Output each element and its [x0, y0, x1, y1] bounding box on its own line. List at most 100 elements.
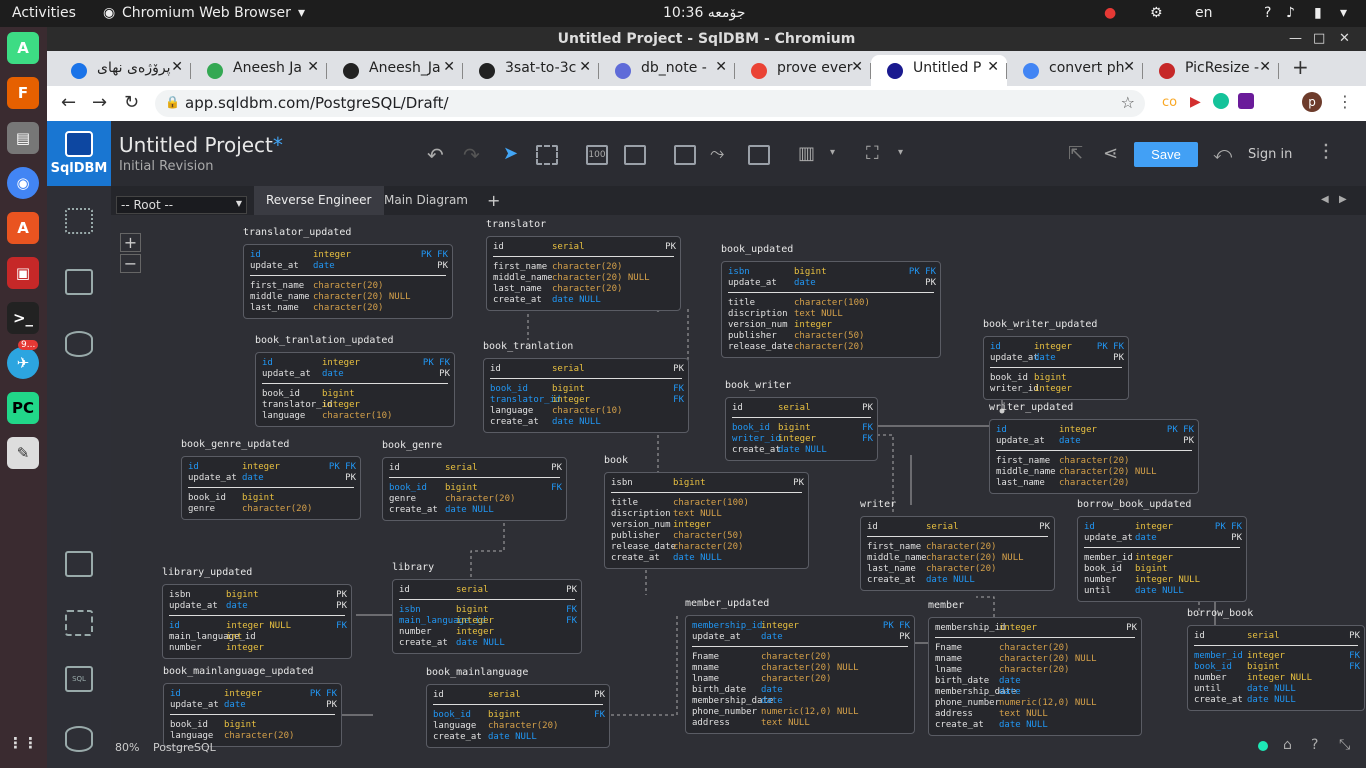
table-column-row[interactable]: id serial PK	[389, 463, 562, 474]
table-column-row[interactable]: membership_id integer PK FK	[692, 621, 910, 632]
pointer-icon[interactable]: ➤	[503, 143, 518, 164]
table-column-row[interactable]: language character(10)	[262, 411, 450, 422]
table-column-row[interactable]: publisher character(50)	[611, 531, 804, 542]
er-table[interactable]: membership_id integer PK Fname character(20)…	[928, 617, 1142, 736]
table-column-row[interactable]: isbn bigint PK	[611, 478, 804, 489]
table-column-row[interactable]: create_at date NULL	[935, 720, 1137, 731]
er-table[interactable]: id integer PK FK update_at date PK book_id bigi…	[163, 683, 342, 747]
table-column-row[interactable]: create_at date NULL	[399, 638, 577, 649]
forward-icon[interactable]: →	[92, 92, 107, 113]
table-column-row[interactable]: update_at date PK	[990, 353, 1124, 364]
er-table[interactable]: id integer PK FK update_at date PK book_id bigi…	[983, 336, 1129, 400]
redo-icon[interactable]: ↷	[463, 143, 480, 167]
close-tab-icon[interactable]: ✕	[307, 59, 319, 75]
address-bar[interactable]: 🔒 app.sqldbm.com/PostgreSQL/Draft/ ☆	[155, 90, 1145, 117]
chevron-down-icon[interactable]: ▾	[830, 147, 835, 158]
close-tab-icon[interactable]: ✕	[443, 59, 455, 75]
table-column-row[interactable]: number integer NULL	[1084, 575, 1242, 586]
table-column-row[interactable]: id integer PK FK	[170, 689, 337, 700]
table-column-row[interactable]: release_date character(20)	[728, 342, 936, 353]
add-note-icon[interactable]	[748, 145, 770, 165]
er-table[interactable]: id serial PK member_id integer FK book_id bigin…	[1187, 625, 1365, 711]
sql-script-icon[interactable]: SQL	[65, 666, 93, 692]
table-name[interactable]: library_updated	[162, 567, 252, 578]
close-tab-icon[interactable]: ✕	[987, 59, 999, 75]
fit-screen-icon[interactable]	[624, 145, 646, 165]
table-column-row[interactable]: book_id bigint FK	[1194, 662, 1360, 673]
terminal-icon[interactable]: >_	[7, 302, 39, 334]
table-column-row[interactable]: genre character(20)	[389, 494, 562, 505]
tutorial-icon[interactable]: ⌂	[1283, 737, 1292, 753]
close-tab-icon[interactable]: ✕	[579, 59, 591, 75]
table-column-row[interactable]: book_id bigint FK	[389, 483, 562, 494]
browser-tab[interactable]: Aneesh Ja ✕	[191, 55, 327, 86]
table-column-row[interactable]: genre character(20)	[188, 504, 356, 515]
grammarly-icon[interactable]	[1213, 93, 1229, 109]
table-column-row[interactable]: version_num integer	[728, 320, 936, 331]
browser-tab[interactable]: db_note - ✕	[599, 55, 735, 86]
table-name[interactable]: book_genre	[382, 440, 442, 451]
table-column-row[interactable]: id integer PK FK	[188, 462, 356, 473]
tab-main-diagram[interactable]: Main Diagram	[372, 186, 480, 215]
er-table[interactable]: id serial PK isbn bigint FK main_language_id in…	[392, 579, 582, 654]
table-column-row[interactable]: phone_number numeric(12,0) NULL	[935, 698, 1137, 709]
table-column-row[interactable]: id serial PK	[433, 690, 605, 701]
table-column-row[interactable]: create_at date NULL	[490, 417, 684, 428]
table-column-row[interactable]: create_at date NULL	[732, 445, 873, 456]
table-column-row[interactable]: id serial PK	[732, 403, 873, 414]
table-column-row[interactable]: update_at date PK	[262, 369, 450, 380]
table-name[interactable]: translator_updated	[243, 227, 351, 238]
help-icon[interactable]: ?	[1264, 5, 1271, 21]
table-column-row[interactable]: last_name character(20)	[996, 478, 1194, 489]
reload-icon[interactable]: ↻	[124, 92, 139, 113]
table-column-row[interactable]: discription text NULL	[728, 309, 936, 320]
open-external-icon[interactable]: ⇱	[1068, 143, 1083, 164]
table-column-row[interactable]: membership_id integer PK	[935, 623, 1137, 634]
table-name[interactable]: book_updated	[721, 244, 793, 255]
er-table[interactable]: id serial PK first_name character(20) middle_…	[486, 236, 681, 311]
er-table[interactable]: id integer PK FK update_at date PK first_name c…	[243, 244, 453, 319]
browser-tab[interactable]: پرۆژەی نهای ✕	[55, 55, 191, 86]
table-column-row[interactable]: first_name character(20)	[996, 456, 1194, 467]
extension-co-icon[interactable]: co	[1162, 95, 1177, 110]
sqldbm-logo[interactable]: SqlDBM	[47, 121, 111, 186]
table-column-row[interactable]: number integer	[169, 643, 347, 654]
table-name[interactable]: book_tranlation_updated	[255, 335, 393, 346]
table-column-row[interactable]: update_at date PK	[188, 473, 356, 484]
chromium-dock-icon[interactable]: ◉	[7, 167, 39, 199]
settings-sliders-icon[interactable]: ⫶	[1323, 141, 1329, 166]
table-column-row[interactable]: id integer PK FK	[996, 425, 1194, 436]
table-column-row[interactable]: until date NULL	[1084, 586, 1242, 597]
table-column-row[interactable]: member_id integer FK	[1194, 651, 1360, 662]
extension-purple-icon[interactable]	[1238, 93, 1254, 109]
software-center-icon[interactable]: A	[7, 212, 39, 244]
table-column-row[interactable]: book_id bigint	[1084, 564, 1242, 575]
show-apps-icon[interactable]: ⋮⋮	[7, 727, 39, 759]
er-table[interactable]: id integer PK FK update_at date PK member_id in…	[1077, 516, 1247, 602]
table-column-row[interactable]: create_at date NULL	[1194, 695, 1360, 706]
table-column-row[interactable]: mname character(20) NULL	[692, 663, 910, 674]
er-table[interactable]: isbn bigint PK update_at date PK id integer NUL…	[162, 584, 352, 659]
root-select[interactable]: -- Root -- ▼	[116, 196, 247, 214]
table-name[interactable]: book_tranlation	[483, 341, 573, 352]
er-table[interactable]: id serial PK first_name character(20) middle_…	[860, 516, 1055, 591]
table-name[interactable]: book_mainlanguage_updated	[163, 666, 314, 677]
table-column-row[interactable]: id serial PK	[493, 242, 676, 253]
table-column-row[interactable]: until date NULL	[1194, 684, 1360, 695]
table-column-row[interactable]: id integer PK FK	[262, 358, 450, 369]
relationship-icon[interactable]: ⤳	[710, 143, 724, 164]
table-column-row[interactable]: address text NULL	[692, 718, 910, 729]
table-column-row[interactable]: version_num integer	[611, 520, 804, 531]
table-column-row[interactable]: main_language_id integer FK	[399, 616, 577, 627]
table-column-row[interactable]: address text NULL	[935, 709, 1137, 720]
table-column-row[interactable]: create_at date NULL	[867, 575, 1050, 586]
table-column-row[interactable]: id serial PK	[1194, 631, 1360, 642]
close-tab-icon[interactable]: ✕	[715, 59, 727, 75]
scroll-left-icon[interactable]: ◀	[1321, 194, 1329, 205]
browser-tab[interactable]: 3sat-to-3c ✕	[463, 55, 599, 86]
copy-icon[interactable]	[65, 551, 93, 577]
table-column-row[interactable]: book_id bigint	[170, 720, 337, 731]
close-tab-icon[interactable]: ✕	[171, 59, 183, 75]
save-button[interactable]: Save	[1134, 142, 1198, 167]
er-table[interactable]: id serial PK book_id bigint FK language charact…	[426, 684, 610, 748]
